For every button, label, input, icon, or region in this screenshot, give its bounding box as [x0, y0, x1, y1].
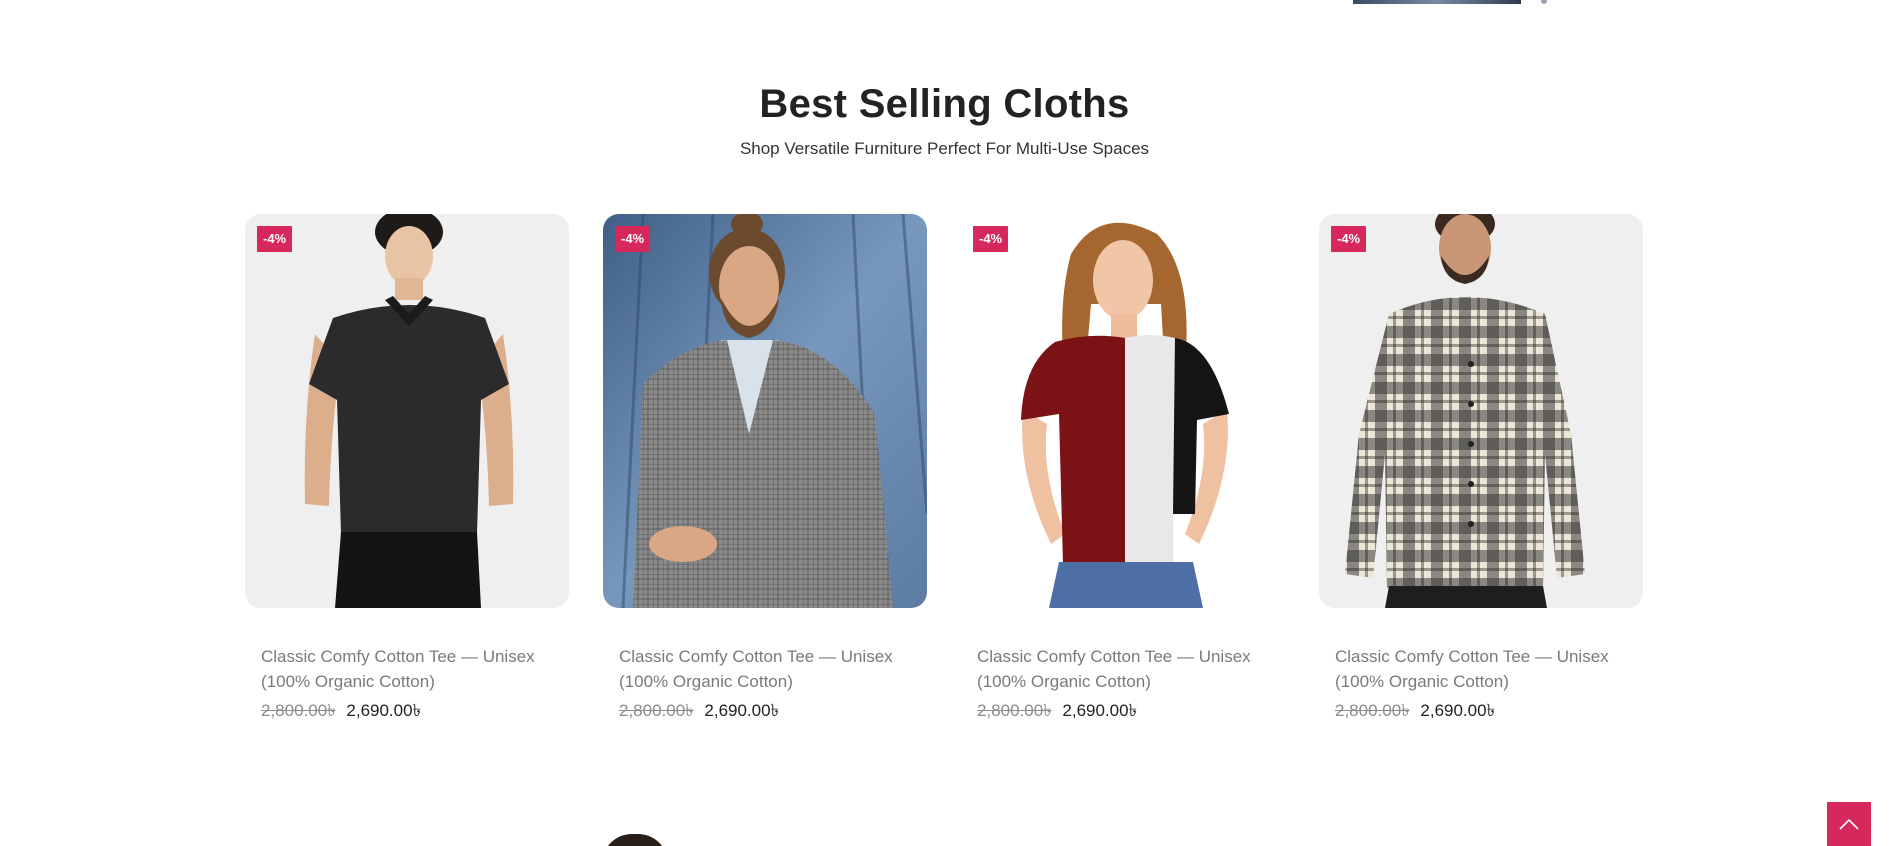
section-title: Best Selling Cloths: [759, 82, 1130, 126]
previous-section-dot: [1541, 0, 1547, 4]
product-image[interactable]: -4%: [1319, 214, 1643, 608]
discount-badge: -4%: [1331, 226, 1367, 252]
product-title[interactable]: Classic Comfy Cotton Tee — Unisex (100% …: [1335, 644, 1635, 694]
man-plaid-blazer-image: [603, 214, 927, 608]
sale-price: 2,690.00৳: [346, 701, 422, 720]
sale-price: 2,690.00৳: [1420, 701, 1496, 720]
product-title[interactable]: Classic Comfy Cotton Tee — Unisex (100% …: [977, 644, 1277, 694]
sale-price: 2,690.00৳: [1062, 701, 1138, 720]
original-price: 2,800.00৳: [1335, 701, 1410, 720]
product-card[interactable]: -4% Classic Comfy Cotton Tee — Unisex (1…: [1319, 214, 1643, 722]
woman-colorblock-tee-image: [961, 214, 1285, 608]
discount-badge: -4%: [257, 226, 293, 252]
previous-section-image: [1353, 0, 1521, 4]
price-row: 2,800.00৳ 2,690.00৳: [1335, 700, 1643, 722]
product-card[interactable]: -4% Classic Comfy Cotton Tee — Unisex (1…: [961, 214, 1285, 722]
price-row: 2,800.00৳ 2,690.00৳: [977, 700, 1285, 722]
chevron-up-icon: [1839, 818, 1859, 830]
price-row: 2,800.00৳ 2,690.00৳: [261, 700, 569, 722]
original-price: 2,800.00৳: [261, 701, 336, 720]
next-section-image: [602, 834, 668, 846]
man-plaid-flannel-image: [1319, 214, 1643, 608]
page: Best Selling Cloths Shop Versatile Furni…: [0, 0, 1889, 846]
section-header: Best Selling Cloths Shop Versatile Furni…: [0, 78, 1889, 160]
scroll-to-top-button[interactable]: [1827, 802, 1871, 846]
sale-price: 2,690.00৳: [704, 701, 780, 720]
product-grid: -4% Classic Comfy Cotton Tee — Unisex (1…: [245, 214, 1645, 722]
product-image[interactable]: -4%: [603, 214, 927, 608]
product-image[interactable]: -4%: [245, 214, 569, 608]
original-price: 2,800.00৳: [619, 701, 694, 720]
product-card[interactable]: -4% Classic Comfy Cotton Tee — Unisex (1…: [603, 214, 927, 722]
product-image[interactable]: -4%: [961, 214, 1285, 608]
original-price: 2,800.00৳: [977, 701, 1052, 720]
product-title[interactable]: Classic Comfy Cotton Tee — Unisex (100% …: [261, 644, 561, 694]
product-card[interactable]: -4% Classic Comfy Cotton Tee — Unisex (1…: [245, 214, 569, 722]
section-subtitle: Shop Versatile Furniture Perfect For Mul…: [739, 139, 1150, 158]
price-row: 2,800.00৳ 2,690.00৳: [619, 700, 927, 722]
discount-badge: -4%: [615, 226, 651, 252]
man-black-polo-image: [245, 214, 569, 608]
product-title[interactable]: Classic Comfy Cotton Tee — Unisex (100% …: [619, 644, 919, 694]
discount-badge: -4%: [973, 226, 1009, 252]
